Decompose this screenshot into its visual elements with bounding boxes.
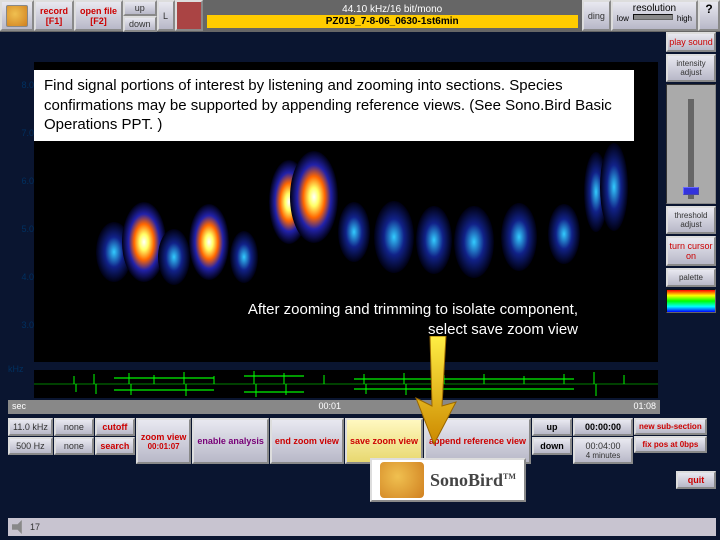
open-label: open file <box>80 6 117 16</box>
new-subsection-button[interactable]: new sub-section <box>634 418 707 435</box>
open-file-button[interactable]: open file [F2] <box>74 0 123 31</box>
resolution-label: resolution <box>633 3 676 14</box>
bird-logo-icon <box>380 462 424 498</box>
intensity-adjust-label: intensity adjust <box>666 54 716 82</box>
up-button[interactable]: up <box>123 0 157 16</box>
format-filename-block: 44.10 kHz/16 bit/mono PZ019_7-8-06_0630-… <box>203 0 582 31</box>
bird-icon <box>6 5 28 27</box>
sonobird-logo: SonoBirdTM <box>370 458 526 502</box>
channel-l-button[interactable]: L <box>157 0 175 31</box>
slider-thumb-icon[interactable] <box>683 187 699 195</box>
ding-button[interactable]: ding <box>582 0 611 31</box>
res-low-label: low <box>617 14 629 23</box>
open-key: [F2] <box>90 16 107 26</box>
audio-format-label: 44.10 kHz/16 bit/mono <box>207 4 578 15</box>
zoom-view-label: zoom view <box>141 432 187 442</box>
duration-value: 00:04:00 <box>578 441 628 451</box>
slide-number: 17 <box>30 522 40 532</box>
y-axis: 8.0 7.0 6.0 5.0 4.0 3.0 kHz <box>8 62 34 362</box>
down-button[interactable]: down <box>123 16 157 32</box>
scroll-down-button[interactable]: down <box>532 437 572 455</box>
right-toolbar: play sound intensity adjust threshold ad… <box>666 32 716 313</box>
cursor-toggle-button[interactable]: turn cursor on <box>666 236 716 266</box>
ytick: 3.0 <box>21 320 34 330</box>
play-sound-button[interactable]: play sound <box>666 32 716 52</box>
waveform-svg <box>34 370 658 398</box>
palette-label: palette <box>666 268 716 287</box>
freq-low-field[interactable]: 500 Hz <box>8 437 53 455</box>
ytick: 7.0 <box>21 128 34 138</box>
filename-label: PZ019_7-8-06_0630-1st6min <box>207 15 578 28</box>
enable-analysis-button[interactable]: enable analysis <box>192 418 269 464</box>
scroll-up-button[interactable]: up <box>532 418 572 436</box>
record-label: record <box>40 6 68 16</box>
pointer-arrow-icon <box>412 336 472 446</box>
app-window: record [F1] open file [F2] up down L 44.… <box>0 0 720 540</box>
timestamp-display: 00:00:00 <box>573 418 633 436</box>
y-unit: kHz <box>8 364 34 374</box>
help-button[interactable]: ? <box>698 0 720 31</box>
waveform-view[interactable] <box>34 370 658 398</box>
record-key: [F1] <box>46 16 63 26</box>
res-high-label: high <box>677 14 692 23</box>
filter-none-select[interactable]: none <box>54 418 94 436</box>
filter-none-select-2[interactable]: none <box>54 437 94 455</box>
top-toolbar: record [F1] open file [F2] up down L 44.… <box>0 0 720 32</box>
logo-text: SonoBirdTM <box>430 470 516 491</box>
resolution-slider[interactable] <box>633 14 673 20</box>
time-end: 01:08 <box>633 401 656 413</box>
fix-pos-button[interactable]: fix pos at 0bps <box>634 436 707 453</box>
record-button[interactable]: record [F1] <box>34 0 74 31</box>
cutoff-button[interactable]: cutoff <box>95 418 135 436</box>
instruction-overlay-1: Find signal portions of interest by list… <box>34 70 634 141</box>
instruction-overlay-2: After zooming and trimming to isolate co… <box>148 300 578 339</box>
intensity-slider[interactable] <box>666 84 716 204</box>
time-axis: sec 00:01 01:08 <box>8 400 660 414</box>
speaker-icon[interactable] <box>12 520 26 534</box>
logo-row: SonoBirdTM quit <box>370 458 716 502</box>
threshold-adjust-label: threshold adjust <box>666 206 716 234</box>
overlay2-line2: select save zoom view <box>148 320 578 340</box>
time-start: 00:01 <box>318 401 341 413</box>
quit-button[interactable]: quit <box>676 471 716 489</box>
zoom-view-button[interactable]: zoom view 00:01:07 <box>136 418 192 464</box>
ytick: 4.0 <box>21 272 34 282</box>
zoom-value: 00:01:07 <box>141 442 187 451</box>
ytick: 6.0 <box>21 176 34 186</box>
resolution-block[interactable]: resolution low high <box>611 0 698 31</box>
palette-swatch[interactable] <box>666 289 716 313</box>
bird-icon-button[interactable] <box>0 0 34 31</box>
search-button[interactable]: search <box>95 437 135 455</box>
overlay2-line1: After zooming and trimming to isolate co… <box>148 300 578 320</box>
time-label: sec <box>12 401 26 413</box>
end-zoom-view-button[interactable]: end zoom view <box>270 418 344 464</box>
ytick: 8.0 <box>21 80 34 90</box>
rec-indicator <box>175 0 203 31</box>
freq-high-field[interactable]: 11.0 kHz <box>8 418 53 436</box>
status-bar: 17 <box>8 518 716 536</box>
ytick: 5.0 <box>21 224 34 234</box>
